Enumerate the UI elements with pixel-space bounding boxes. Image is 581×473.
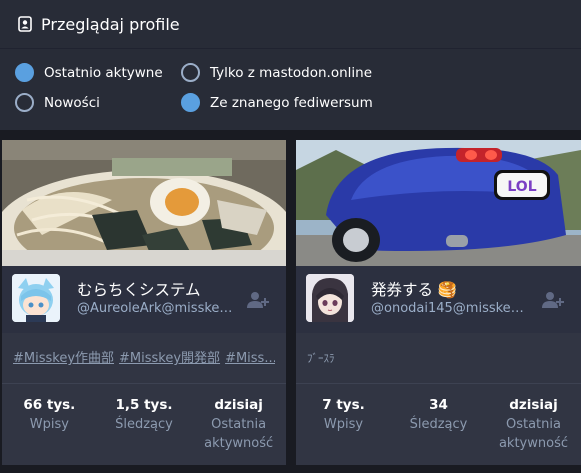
filter-label: Ze znanego fediwersum — [210, 94, 373, 111]
filter-known-fediverse[interactable]: Ze znanego fediwersum — [181, 93, 373, 112]
radio-unchecked-icon[interactable] — [15, 93, 34, 112]
filter-label: Tylko z mastodon.online — [210, 64, 373, 81]
avatar[interactable] — [12, 274, 60, 322]
user-plus-icon — [247, 292, 269, 308]
filter-label: Ostatnio aktywne — [44, 64, 163, 81]
stat-last-active: dzisiaj Ostatnia aktywność — [192, 393, 286, 453]
stat-label: Śledzący — [115, 417, 173, 432]
user-plus-icon — [542, 292, 564, 308]
column-title: Przeglądaj profile — [41, 14, 180, 34]
account-bio: ﾌﾞｰｽﾗ — [307, 352, 335, 365]
divider — [2, 383, 286, 384]
follow-button[interactable] — [541, 291, 565, 309]
account-stats: 7 tys. Wpisy 34 Śledzący dzisiaj Ostatni… — [296, 393, 581, 453]
svg-text:LOL: LOL — [507, 179, 536, 195]
hashtag-link[interactable]: #Miss... — [225, 351, 275, 366]
account-card[interactable]: LOL 発券する 🥞 @onodai145@misskey.o... ﾌﾞｰｽﾗ… — [296, 140, 581, 465]
account-info-bar: 発券する 🥞 @onodai145@misskey.o... — [296, 266, 581, 333]
filter-new[interactable]: Nowości — [15, 93, 100, 112]
stat-value: 7 tys. — [322, 397, 365, 413]
stat-last-active: dzisiaj Ostatnia aktywność — [486, 393, 580, 453]
radio-checked-icon[interactable] — [181, 93, 200, 112]
profile-header-image: LOL — [296, 140, 581, 266]
stat-value: 34 — [429, 397, 448, 413]
hashtag-link[interactable]: #Misskey作曲部 — [13, 351, 114, 366]
account-card[interactable]: むらちくシステム @AureoleArk@misskey.... #Misske… — [2, 140, 286, 465]
account-handle[interactable]: @AureoleArk@misskey.... — [77, 301, 237, 316]
follow-button[interactable] — [246, 291, 270, 309]
divider — [296, 383, 581, 384]
stat-value: dzisiaj — [509, 397, 558, 413]
stat-label: Śledzący — [409, 417, 468, 432]
account-stats: 66 tys. Wpisy 1,5 tys. Śledzący dzisiaj … — [2, 393, 286, 453]
column-header: Przeglądaj profile — [0, 0, 581, 49]
account-bio: #Misskey作曲部 #Misskey開発部 #Miss... — [13, 347, 275, 366]
account-info-bar: むらちくシステム @AureoleArk@misskey.... — [2, 266, 286, 333]
stat-label: Ostatnia aktywność — [498, 417, 568, 451]
stat-label: Wpisy — [323, 417, 364, 432]
filter-recently-active[interactable]: Ostatnio aktywne — [15, 63, 163, 82]
stat-value: 1,5 tys. — [115, 397, 173, 413]
filter-only-local[interactable]: Tylko z mastodon.online — [181, 63, 372, 82]
radio-unchecked-icon[interactable] — [181, 63, 200, 82]
radio-checked-icon[interactable] — [15, 63, 34, 82]
stat-label: Wpisy — [29, 417, 69, 432]
hashtag-link[interactable]: #Misskey開発部 — [119, 351, 220, 366]
avatar[interactable] — [306, 274, 354, 322]
filter-bar: Ostatnio aktywne Tylko z mastodon.online… — [0, 49, 581, 130]
stat-posts[interactable]: 66 tys. Wpisy — [2, 393, 96, 453]
stat-posts[interactable]: 7 tys. Wpisy — [296, 393, 390, 453]
profile-header-image — [2, 140, 286, 266]
filter-label: Nowości — [44, 94, 100, 111]
address-book-icon — [18, 16, 32, 32]
display-name[interactable]: 発券する 🥞 — [371, 278, 457, 300]
stat-followers[interactable]: 1,5 tys. Śledzący — [97, 393, 191, 453]
display-name[interactable]: むらちくシステム — [77, 278, 201, 300]
stat-followers[interactable]: 34 Śledzący — [391, 393, 485, 453]
stat-label: Ostatnia aktywność — [204, 417, 274, 451]
account-handle[interactable]: @onodai145@misskey.o... — [371, 301, 526, 316]
stat-value: 66 tys. — [23, 397, 76, 413]
stat-value: dzisiaj — [214, 397, 263, 413]
